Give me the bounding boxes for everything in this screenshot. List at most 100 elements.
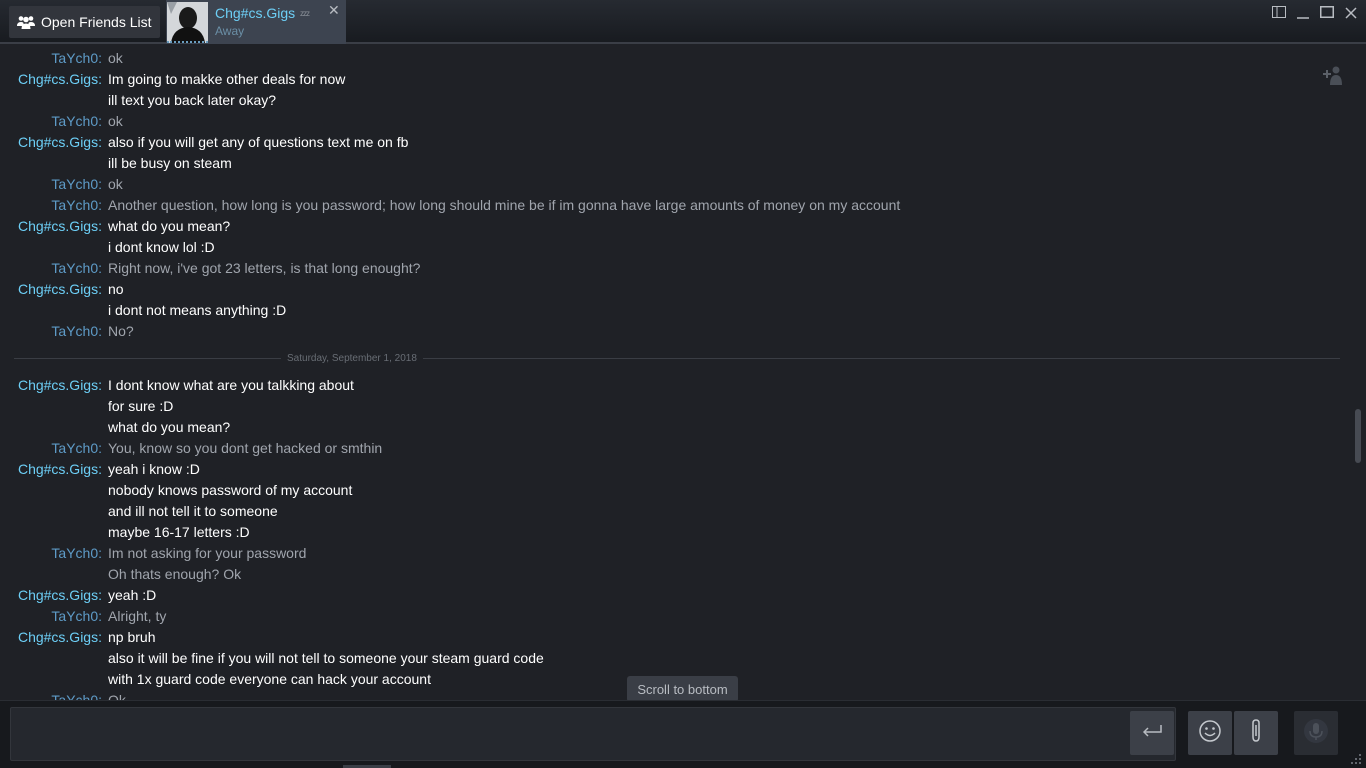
message-sender[interactable]: TaYch0: [51, 258, 102, 279]
message-sender[interactable]: TaYch0: [51, 174, 102, 195]
send-button[interactable] [1130, 711, 1174, 755]
open-friends-list-label: Open Friends List [41, 14, 152, 30]
microphone-icon [1303, 718, 1329, 749]
message-text: i dont not means anything :D [108, 302, 287, 318]
message-text: Alright, ty [108, 608, 167, 624]
message-list: Saturday, September 1, 2018 TaYch0: ok Chg… [0, 46, 1366, 700]
message-text: nobody knows password of my account [108, 482, 353, 498]
away-zzz-icon: zzz [300, 9, 310, 18]
message-text: No? [108, 323, 134, 339]
message-row: Chg#cs.Gigs: I dont know what are you tal… [0, 375, 1340, 396]
message-sender[interactable]: TaYch0: [51, 543, 102, 564]
message-row: for sure :D [0, 396, 1340, 417]
message-row: Chg#cs.Gigs: no [0, 279, 1340, 300]
message-text: I dont know what are you talkking about [108, 377, 354, 393]
message-row: Chg#cs.Gigs: np bruh [0, 627, 1340, 648]
avatar [167, 2, 208, 43]
message-row: Chg#cs.Gigs: yeah :D [0, 585, 1340, 606]
open-friends-list-button[interactable]: Open Friends List [9, 6, 160, 38]
message-row: and ill not tell it to someone [0, 501, 1340, 522]
message-row: what do you mean? [0, 417, 1340, 438]
message-sender[interactable]: Chg#cs.Gigs: [18, 279, 102, 300]
message-text: ok [108, 50, 123, 66]
message-row: TaYch0: ok [0, 174, 1340, 195]
message-sender[interactable]: Chg#cs.Gigs: [18, 216, 102, 237]
message-text: ok [108, 176, 123, 192]
message-row: TaYch0: Im not asking for your password [0, 543, 1340, 564]
avatar-status-indicator [167, 41, 208, 43]
maximize-icon[interactable] [1320, 6, 1336, 20]
message-text: also it will be fine if you will not tel… [108, 650, 544, 666]
message-text: yeah :D [108, 587, 157, 603]
message-row: maybe 16-17 letters :D [0, 522, 1340, 543]
message-input-bar [0, 700, 1366, 768]
message-text: no [108, 281, 124, 297]
chat-window: Open Friends List Chg#cs.Gigs zzz Away ✕ [0, 0, 1366, 768]
message-row: Chg#cs.Gigs: Im going to makke other deal… [0, 69, 1340, 90]
message-row: TaYch0: You, know so you dont get hacked … [0, 438, 1340, 459]
smiley-icon [1198, 719, 1222, 748]
popout-window-icon[interactable] [1272, 6, 1288, 20]
message-text: also if you will get any of questions te… [108, 134, 409, 150]
message-row: TaYch0: Another question, how long is you… [0, 195, 1340, 216]
message-text: ok [108, 113, 123, 129]
message-sender[interactable]: Chg#cs.Gigs: [18, 459, 102, 480]
message-row: also it will be fine if you will not tel… [0, 648, 1340, 669]
message-row: TaYch0: Alright, ty [0, 606, 1340, 627]
message-text: and ill not tell it to someone [108, 503, 278, 519]
message-sender[interactable]: Chg#cs.Gigs: [18, 375, 102, 396]
scroll-to-bottom-button[interactable]: Scroll to bottom [627, 676, 738, 702]
tab-contact-status: Away [215, 24, 245, 38]
message-sender[interactable]: TaYch0: [51, 48, 102, 69]
emoticon-button[interactable] [1188, 711, 1232, 755]
chat-tab-chg-cs-gigs[interactable]: Chg#cs.Gigs zzz Away ✕ [166, 0, 346, 44]
message-row: Chg#cs.Gigs: what do you mean? [0, 216, 1340, 237]
message-sender[interactable]: Chg#cs.Gigs: [18, 132, 102, 153]
message-text: np bruh [108, 629, 156, 645]
scrollbar-thumb[interactable] [1355, 409, 1361, 463]
message-row: TaYch0: No? [0, 321, 1340, 342]
date-divider-line [14, 358, 1340, 359]
message-row: nobody knows password of my account [0, 480, 1340, 501]
message-text: ill text you back later okay? [108, 92, 277, 108]
message-sender[interactable]: TaYch0: [51, 606, 102, 627]
message-sender[interactable]: TaYch0: [51, 111, 102, 132]
message-text: Oh thats enough? Ok [108, 566, 242, 582]
attach-file-button[interactable] [1234, 711, 1278, 755]
message-text: Another question, how long is you passwo… [108, 197, 901, 213]
add-friend-icon[interactable] [1321, 63, 1345, 87]
message-text: with 1x guard code everyone can hack you… [108, 671, 431, 687]
date-divider-label: Saturday, September 1, 2018 [281, 352, 423, 365]
message-row: i dont not means anything :D [0, 300, 1340, 321]
message-sender[interactable]: TaYch0: [51, 438, 102, 459]
message-text: maybe 16-17 letters :D [108, 524, 250, 540]
message-sender[interactable]: Chg#cs.Gigs: [18, 69, 102, 90]
message-row: TaYch0: ok [0, 111, 1340, 132]
resize-grip-icon[interactable] [1350, 752, 1362, 764]
message-row: Oh thats enough? Ok [0, 564, 1340, 585]
voice-chat-button[interactable] [1294, 711, 1338, 755]
message-sender[interactable]: TaYch0: [51, 321, 102, 342]
message-row: TaYch0: Right now, i've got 23 letters, i… [0, 258, 1340, 279]
message-row: Chg#cs.Gigs: also if you will get any of … [0, 132, 1340, 153]
message-text: yeah i know :D [108, 461, 200, 477]
message-text: for sure :D [108, 398, 174, 414]
message-input[interactable] [10, 707, 1176, 761]
message-text: Im going to makke other deals for now [108, 71, 346, 87]
message-text: i dont know lol :D [108, 239, 215, 255]
message-text: what do you mean? [108, 419, 231, 435]
message-sender[interactable]: Chg#cs.Gigs: [18, 585, 102, 606]
enter-return-icon [1141, 724, 1163, 743]
message-sender[interactable]: TaYch0: [51, 690, 102, 700]
message-text: You, know so you dont get hacked or smth… [108, 440, 383, 456]
close-window-icon[interactable] [1344, 6, 1360, 20]
paperclip-icon [1248, 718, 1264, 749]
message-sender[interactable]: TaYch0: [51, 195, 102, 216]
title-bar: Open Friends List Chg#cs.Gigs zzz Away ✕ [0, 0, 1366, 44]
friends-group-icon [17, 15, 35, 29]
message-row: ill text you back later okay? [0, 90, 1340, 111]
close-tab-icon[interactable]: ✕ [328, 3, 340, 17]
message-row: TaYch0: ok [0, 48, 1340, 69]
message-sender[interactable]: Chg#cs.Gigs: [18, 627, 102, 648]
minimize-icon[interactable] [1296, 6, 1312, 20]
